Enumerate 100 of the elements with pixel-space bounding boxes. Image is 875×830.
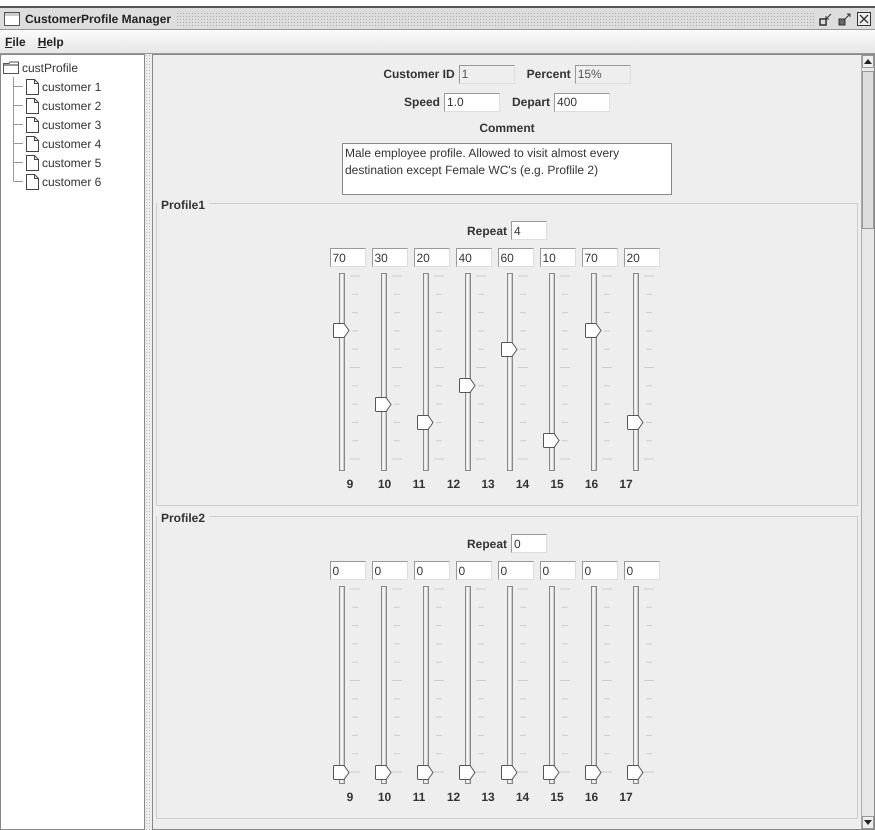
hour-label: 16	[584, 789, 600, 806]
input-field[interactable]: 0	[330, 561, 366, 580]
slider-track[interactable]	[338, 586, 344, 784]
slider-track[interactable]	[422, 586, 428, 784]
hour-label: 15	[549, 789, 565, 806]
tree-line	[13, 115, 23, 134]
field-label: Percent	[526, 66, 571, 84]
slider-track[interactable]	[464, 273, 470, 471]
slider-thumb[interactable]	[500, 342, 518, 357]
slider-track[interactable]	[380, 586, 386, 784]
slider-thumb[interactable]	[374, 396, 392, 412]
field-label: Speed	[404, 94, 440, 112]
menu-item[interactable]: Help	[38, 32, 64, 50]
hour-label: 11	[412, 789, 426, 806]
comment-area[interactable]: Male employee profile. Allowed to visit almost every destination except Female WC's (e.g. Proflile 2)	[342, 143, 672, 195]
slider-thumb[interactable]	[416, 764, 434, 780]
input-field[interactable]: 60	[498, 248, 534, 267]
tree-item[interactable]: customer 5	[42, 154, 102, 172]
tree-item[interactable]: customer 2	[42, 96, 102, 114]
hour-label: 10	[376, 476, 392, 493]
slider-thumb[interactable]	[626, 414, 644, 430]
input-field[interactable]: 400	[554, 92, 610, 112]
comment-label: Comment	[479, 120, 535, 138]
input-field[interactable]: 70	[582, 248, 618, 267]
slider-thumb[interactable]	[500, 764, 518, 780]
field-label: Depart	[512, 94, 550, 112]
slider-thumb[interactable]	[584, 764, 602, 780]
scroll-thumb[interactable]	[862, 71, 874, 229]
input-field[interactable]: 0	[511, 534, 547, 553]
slider-thumb[interactable]	[542, 433, 560, 448]
input-field[interactable]: 10	[540, 248, 576, 267]
menu-item[interactable]: File	[5, 32, 26, 50]
slider-thumb[interactable]	[542, 764, 560, 780]
input-field[interactable]: 30	[372, 248, 408, 267]
hour-label: 10	[376, 789, 392, 806]
hour-label: 11	[412, 476, 426, 493]
input-field[interactable]: 0	[414, 561, 450, 580]
hour-label: 16	[584, 476, 600, 493]
scroll-up-icon[interactable]	[864, 59, 872, 64]
slider-track[interactable]	[548, 273, 554, 471]
input-field[interactable]: 0	[498, 561, 534, 580]
close-icon[interactable]	[857, 12, 871, 26]
file-icon	[26, 154, 39, 170]
file-icon	[26, 136, 39, 152]
hour-label: 9	[346, 789, 354, 806]
slider-thumb[interactable]	[584, 323, 602, 338]
slider-thumb[interactable]	[458, 378, 476, 394]
slider-track[interactable]	[632, 586, 638, 784]
tree-node[interactable]: custProfile	[22, 58, 78, 76]
slider-thumb[interactable]	[332, 764, 350, 780]
slider-track[interactable]	[422, 273, 428, 471]
input-field[interactable]: 40	[456, 248, 492, 267]
window-title: CustomerProfile Manager	[25, 10, 172, 28]
slider-track[interactable]	[632, 273, 638, 471]
slider-track[interactable]	[380, 273, 386, 471]
slider-track[interactable]	[590, 273, 596, 471]
input-field[interactable]: 1.0	[444, 92, 500, 112]
scroll-down-icon[interactable]	[864, 820, 872, 825]
input-field[interactable]: 4	[511, 221, 547, 240]
input-field[interactable]: 0	[582, 561, 618, 580]
input-field[interactable]: 0	[624, 561, 660, 580]
tree-item[interactable]: customer 6	[42, 172, 102, 190]
slider-thumb[interactable]	[332, 323, 350, 338]
tree-item[interactable]: customer 4	[42, 134, 102, 152]
slider-track[interactable]	[506, 273, 512, 471]
scrollbar[interactable]	[861, 55, 874, 829]
maximize-icon[interactable]	[838, 12, 852, 26]
slider-track[interactable]	[464, 586, 470, 784]
input-field[interactable]: 20	[624, 248, 660, 267]
folder-icon	[3, 61, 19, 74]
tree-line	[13, 96, 23, 115]
tree-item[interactable]: customer 3	[42, 116, 102, 134]
hour-label: 13	[480, 789, 496, 806]
input-field[interactable]: 0	[456, 561, 492, 580]
file-icon	[26, 174, 39, 190]
minimize-icon[interactable]	[819, 12, 833, 26]
tree-line	[13, 77, 23, 96]
slider-track[interactable]	[548, 586, 554, 784]
tree-item[interactable]: customer 1	[42, 78, 102, 96]
slider-track[interactable]	[506, 586, 512, 784]
slider-thumb[interactable]	[458, 764, 476, 780]
hour-label: 13	[480, 476, 496, 493]
slider-track[interactable]	[338, 273, 344, 471]
slider-thumb[interactable]	[374, 764, 392, 780]
slider-track[interactable]	[590, 586, 596, 784]
slider-thumb[interactable]	[416, 414, 434, 430]
file-icon	[26, 116, 39, 132]
file-icon	[26, 98, 39, 114]
input-field[interactable]: 0	[372, 561, 408, 580]
input-field[interactable]: 0	[540, 561, 576, 580]
input-field[interactable]: 70	[330, 248, 366, 267]
window-icon	[4, 12, 20, 26]
hour-label: 12	[446, 476, 462, 493]
hour-label: 14	[514, 476, 530, 493]
input-field[interactable]: 20	[414, 248, 450, 267]
field-label: Repeat	[466, 536, 507, 552]
hour-label: 9	[346, 476, 354, 493]
file-icon	[26, 78, 39, 94]
slider-thumb[interactable]	[626, 764, 644, 780]
hour-label: 14	[514, 789, 530, 806]
